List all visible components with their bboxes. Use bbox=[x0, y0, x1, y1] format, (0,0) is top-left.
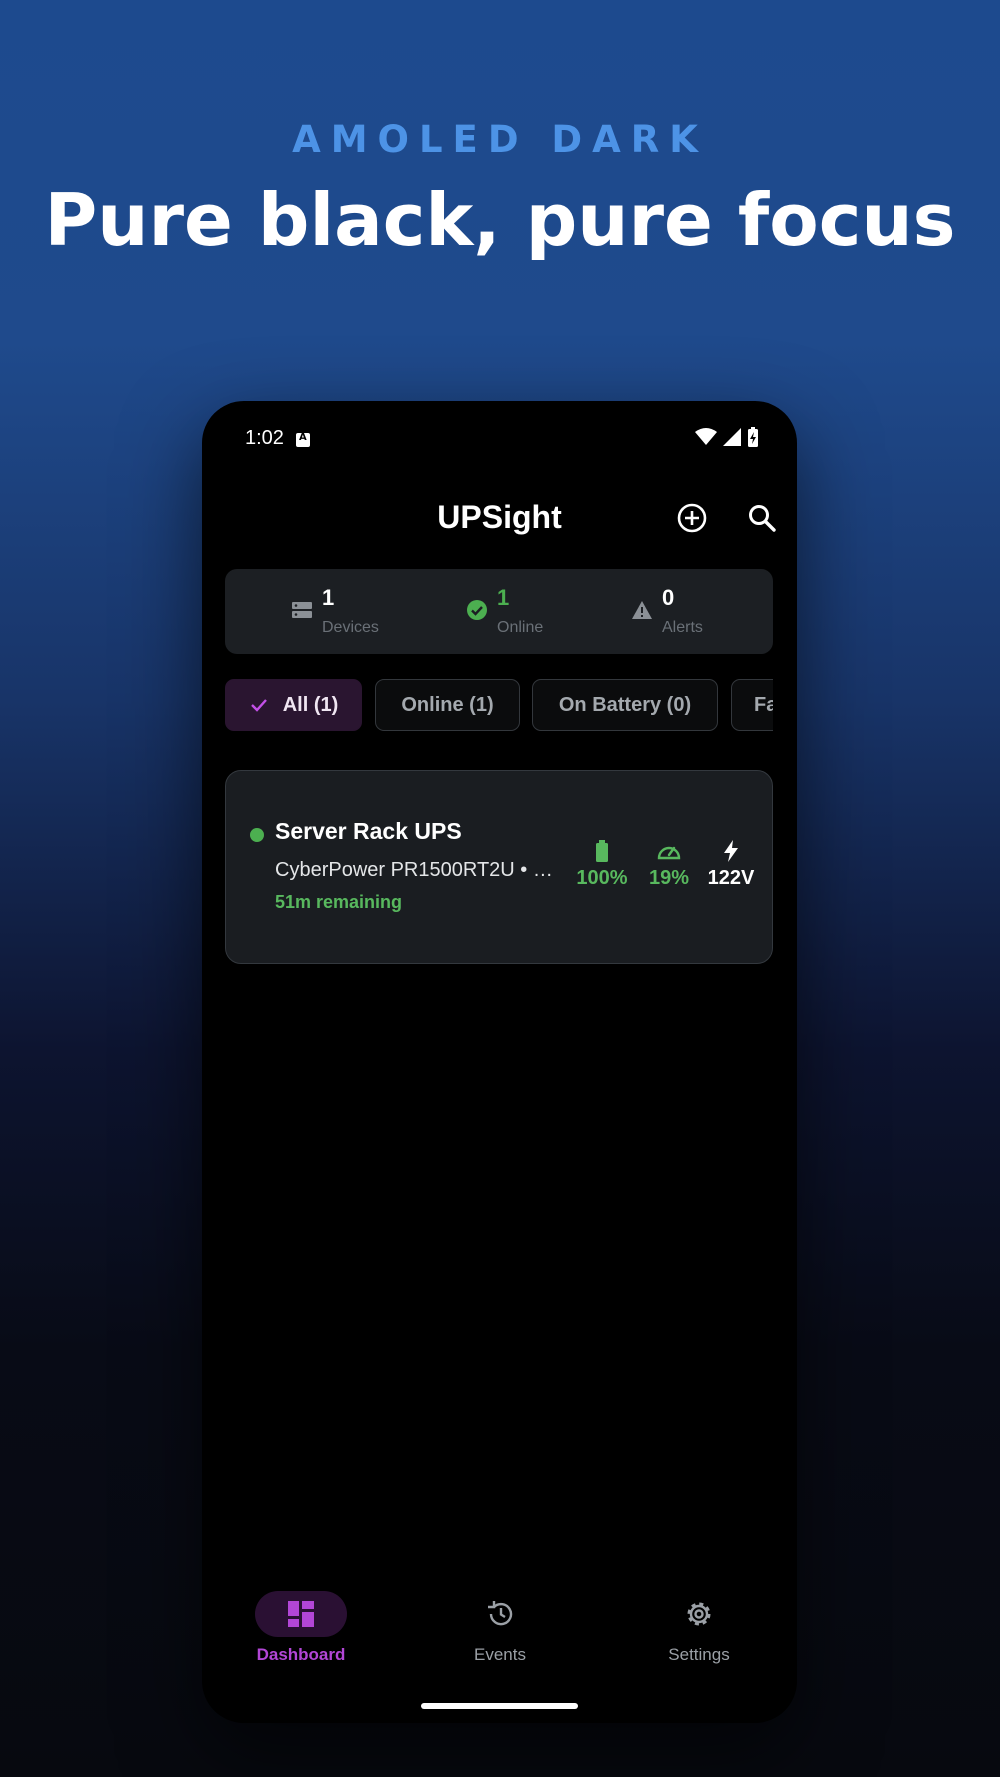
nav-dashboard-label: Dashboard bbox=[256, 1645, 346, 1664]
device-card[interactable]: Server Rack UPS CyberPower PR1500RT2U • … bbox=[225, 770, 773, 964]
bottom-nav: Dashboard Events Settings bbox=[202, 1591, 797, 1681]
status-time: 1:02 bbox=[245, 427, 284, 449]
chip-fault-label: Fa bbox=[754, 693, 773, 716]
chip-on-battery-label: On Battery (0) bbox=[558, 693, 692, 716]
promo-title: Pure black, pure focus bbox=[44, 178, 956, 262]
history-icon bbox=[488, 1601, 513, 1626]
notification-a-icon bbox=[296, 432, 310, 447]
search-icon[interactable] bbox=[746, 502, 778, 534]
summary-card: 1 Devices 1 Online 0 Alerts bbox=[225, 569, 773, 654]
stat-devices-value: 1 bbox=[322, 585, 335, 610]
chip-all[interactable]: All (1) bbox=[225, 679, 362, 731]
check-icon bbox=[250, 699, 267, 712]
nav-settings[interactable]: Settings bbox=[624, 1591, 774, 1665]
warning-icon bbox=[632, 601, 652, 619]
battery-charging-icon bbox=[748, 427, 758, 447]
chip-online-label: Online (1) bbox=[401, 693, 494, 716]
metric-voltage-value: 122V bbox=[707, 867, 755, 889]
dashboard-icon bbox=[288, 1601, 314, 1627]
status-dot bbox=[250, 828, 264, 842]
home-indicator[interactable] bbox=[421, 1703, 578, 1709]
stat-alerts-value: 0 bbox=[662, 585, 675, 610]
status-icons bbox=[695, 427, 759, 447]
chip-fault[interactable]: Fa bbox=[731, 679, 773, 731]
metric-load: 19% bbox=[634, 840, 704, 890]
chip-online[interactable]: Online (1) bbox=[375, 679, 520, 731]
add-circle-icon[interactable] bbox=[676, 502, 708, 534]
nav-events-label: Events bbox=[474, 1645, 526, 1664]
nav-settings-pill bbox=[653, 1591, 745, 1637]
stat-online-label: Online bbox=[497, 619, 544, 636]
device-name: Server Rack UPS bbox=[275, 818, 462, 844]
speedometer-icon bbox=[657, 846, 681, 860]
phone-frame: 1:02 UPSight 1 Devices bbox=[202, 401, 797, 1723]
server-icon bbox=[292, 602, 312, 618]
chip-on-battery[interactable]: On Battery (0) bbox=[532, 679, 718, 731]
metric-battery: 100% bbox=[567, 840, 637, 890]
metric-battery-value: 100% bbox=[576, 867, 628, 889]
check-circle-icon bbox=[467, 600, 487, 620]
metric-load-value: 19% bbox=[648, 867, 690, 889]
gear-icon bbox=[687, 1602, 711, 1626]
nav-dashboard-pill bbox=[255, 1591, 347, 1637]
nav-settings-label: Settings bbox=[668, 1645, 730, 1664]
status-bar: 1:02 bbox=[245, 427, 759, 457]
stat-devices-label: Devices bbox=[322, 619, 379, 636]
chip-all-label: All (1) bbox=[282, 693, 339, 716]
device-runtime: 51m remaining bbox=[275, 892, 403, 912]
signal-icon bbox=[723, 428, 741, 446]
bolt-icon bbox=[724, 840, 738, 862]
device-model: CyberPower PR1500RT2U • 1… bbox=[275, 859, 560, 881]
stat-alerts-label: Alerts bbox=[662, 619, 703, 636]
wifi-icon bbox=[695, 428, 717, 445]
promo-eyebrow: AMOLED DARK bbox=[292, 118, 708, 161]
stat-online-value: 1 bbox=[497, 585, 510, 610]
app-bar: UPSight bbox=[202, 489, 797, 545]
battery-icon bbox=[596, 840, 608, 862]
nav-dashboard[interactable]: Dashboard bbox=[226, 1591, 376, 1665]
filter-chips: All (1) Online (1) On Battery (0) Fa bbox=[225, 679, 773, 735]
nav-events[interactable]: Events bbox=[425, 1591, 575, 1665]
nav-events-pill bbox=[454, 1591, 546, 1637]
metric-voltage: 122V bbox=[696, 840, 766, 890]
